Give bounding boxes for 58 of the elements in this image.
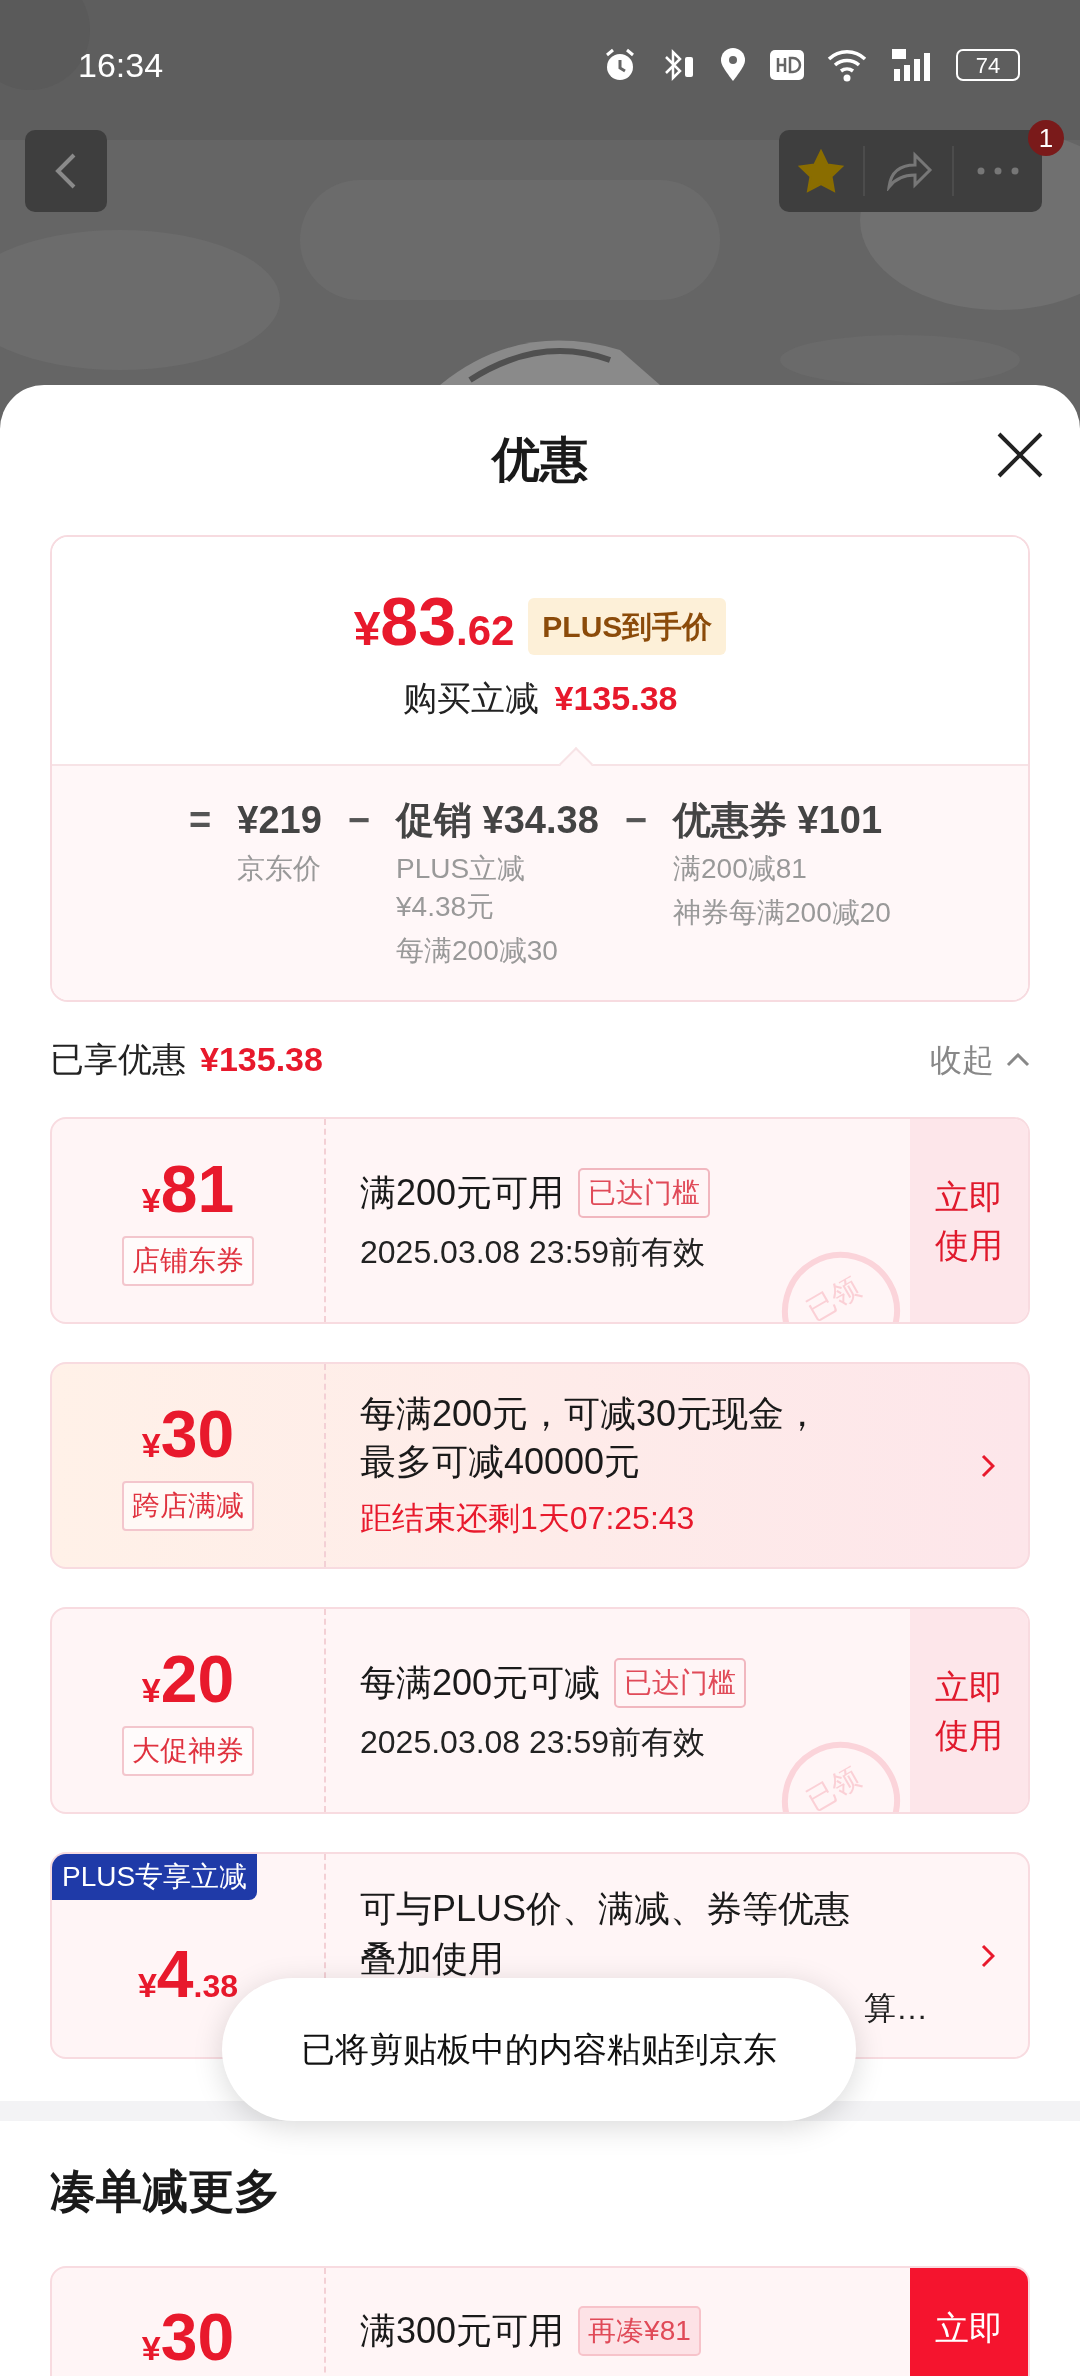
chevron-right-icon [981,1453,995,1478]
breakdown-value: 促销 ¥34.38 [396,798,599,843]
operator-sign: = [189,798,212,843]
breakdown-note: PLUS立减 ¥4.38元 [396,852,527,924]
use-now-button[interactable]: 立即 [910,2268,1028,2376]
star-icon [797,149,844,193]
close-icon [996,431,1044,479]
coupon-tag: 大促神券 [122,1725,254,1776]
collapse-toggle[interactable]: 收起 [930,1035,1030,1084]
coupon-amount: ¥30 [141,1400,235,1471]
threshold-badge: 已达门槛 [614,1657,747,1708]
saving-amount: ¥135.38 [554,678,678,719]
chevron-right-icon [981,1943,995,1968]
wifi-icon [826,47,868,83]
breakdown-note: 神券每满200减20 [673,896,891,930]
back-icon [54,151,78,191]
coupon-title: 每满200元可减 [360,1660,601,1705]
use-now-button[interactable]: 立即使用 [910,1609,1028,1812]
status-time: 16:34 [78,44,164,86]
threshold-badge: 已达门槛 [578,1167,711,1218]
share-icon [884,151,933,191]
location-icon [718,47,748,83]
more-icon [977,167,1020,175]
discount-amount: ¥135.38 [200,1039,323,1080]
coupon-title: 满300元可用 [360,2309,565,2353]
section-title: 凑单减更多 [50,2164,281,2219]
use-now-button[interactable]: 立即使用 [910,1119,1028,1322]
coupon-title: 满200元可用 [360,1170,565,1215]
breakdown-value: 优惠券 ¥101 [673,798,884,843]
sheet-title: 优惠 [492,432,588,488]
coupon-amount: ¥20 [141,1645,235,1716]
battery-indicator: 74 [956,49,1020,81]
breakdown-note: 满200减81 [673,852,808,886]
coupon-tag: 店铺东券 [122,1235,254,1286]
back-button[interactable] [25,130,107,212]
plus-label: PLUS专享立减 [52,1854,258,1900]
discount-label: 已享优惠 [50,1039,186,1080]
operator-sign: − [624,798,648,843]
countdown-text: 距结束还剩1天07:25:43 [360,1498,696,1538]
coupon-note: 算… [864,1989,928,2028]
breakdown-value: ¥219 [237,798,322,843]
coupon-title: 每满200元，可减30元现金，最多可减40000元 [360,1391,822,1484]
coupon-amount: ¥81 [141,1155,235,1226]
final-price: ¥83.62 [353,587,515,661]
breakdown-note: 京东价 [237,852,322,886]
coupon-tag: 跨店满减 [122,1480,254,1531]
breakdown-note: 每满200减30 [396,934,559,968]
coupon-amount: ¥4.38 [137,1940,239,2011]
validity-text: 2025.03.08 23:59前有效 [360,1722,707,1762]
chevron-icon [1006,1052,1030,1067]
coupon-title: 可与PLUS价、满减、券等优惠叠加使用 [360,1887,852,1981]
price-tag: PLUS到手价 [528,597,727,655]
threshold-badge: 再凑¥81 [578,2306,701,2356]
saving-label: 购买立减 [402,678,539,719]
hd-icon [770,50,804,80]
coupon-amount: ¥30 [141,2304,235,2374]
operator-sign: − [347,798,371,843]
validity-text: 2025.03.08 23:59前有效 [360,1232,707,1272]
